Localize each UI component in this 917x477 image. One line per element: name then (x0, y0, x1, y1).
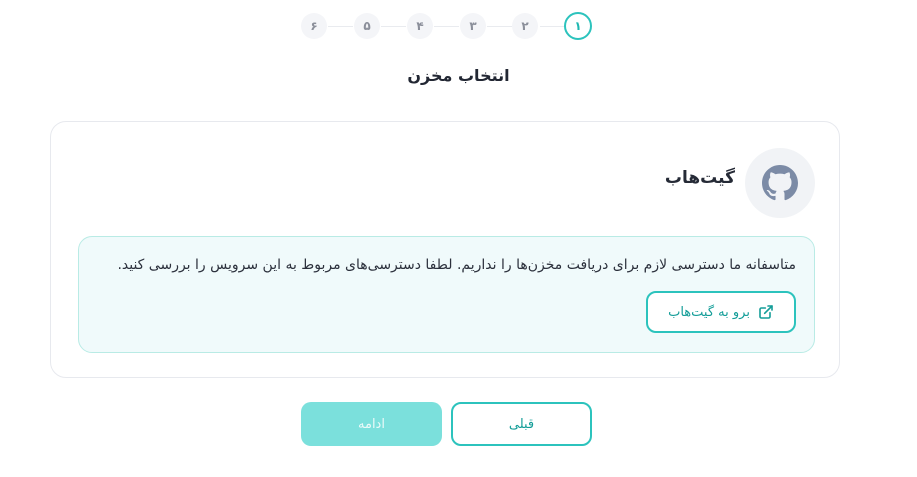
page: ۶ ۵ ۴ ۳ ۲ ۱ انتخاب مخزن گیت‌هاب متاسفانه… (0, 0, 917, 477)
stepper: ۶ ۵ ۴ ۳ ۲ ۱ (0, 12, 917, 42)
go-to-github-label: برو به گیت‌هاب (668, 304, 750, 320)
continue-button[interactable]: ادامه (301, 402, 442, 446)
step-connector (434, 26, 459, 27)
step-1[interactable]: ۱ (564, 12, 592, 40)
step-connector (487, 26, 512, 27)
step-3[interactable]: ۳ (460, 13, 486, 39)
step-connector (328, 26, 353, 27)
step-4[interactable]: ۴ (407, 13, 433, 39)
provider-name: گیت‌هاب (664, 168, 735, 188)
external-link-icon (759, 305, 773, 319)
provider-card: گیت‌هاب متاسفانه ما دسترسی لازم برای دری… (50, 121, 840, 378)
github-icon (762, 165, 798, 201)
notice-message: متاسفانه ما دسترسی لازم برای دریافت مخزن… (117, 257, 796, 273)
step-connector (381, 26, 406, 27)
access-notice: متاسفانه ما دسترسی لازم برای دریافت مخزن… (78, 236, 815, 353)
step-5[interactable]: ۵ (354, 13, 380, 39)
step-2[interactable]: ۲ (512, 13, 538, 39)
previous-button[interactable]: قبلی (451, 402, 592, 446)
go-to-github-button[interactable]: برو به گیت‌هاب (646, 291, 796, 333)
provider-logo (745, 148, 815, 218)
page-title: انتخاب مخزن (407, 66, 510, 85)
step-6[interactable]: ۶ (301, 13, 327, 39)
step-connector (540, 26, 564, 27)
